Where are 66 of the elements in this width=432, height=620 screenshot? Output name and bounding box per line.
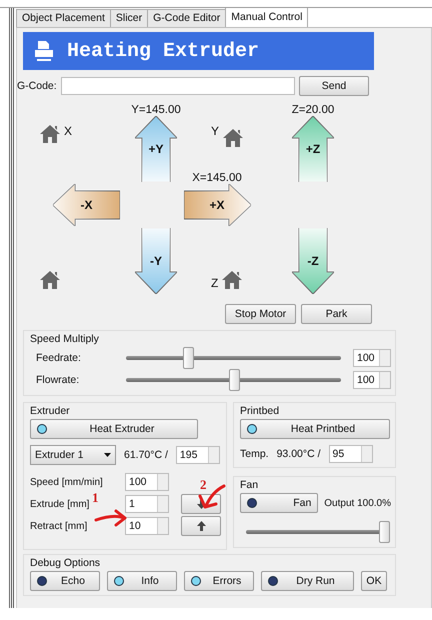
x-position-readout: X=145.00 <box>192 172 242 184</box>
jog-arrow-button[interactable]: -Z <box>292 228 334 294</box>
temp-label: Temp. <box>240 448 269 460</box>
ok-button[interactable]: OK <box>361 571 387 591</box>
axis-label: Y <box>211 124 220 138</box>
home-icon[interactable] <box>221 270 244 290</box>
dropdown-caret-icon <box>104 453 111 457</box>
tab[interactable]: Object Placement <box>16 9 111 27</box>
jog-arrow-button[interactable]: +X <box>184 184 250 226</box>
home-icon[interactable] <box>222 128 244 148</box>
jog-arrow-button[interactable]: +Y <box>135 116 177 182</box>
number-spinner[interactable]: 100 <box>353 349 391 367</box>
extruder-dropdown[interactable]: Extruder 1 <box>30 445 116 465</box>
slider-thumb[interactable] <box>379 521 390 543</box>
group-title: Debug Options <box>30 557 102 569</box>
fan-output: Output 100.0% <box>324 498 391 508</box>
debug-toggle-button[interactable]: Echo <box>30 571 100 591</box>
y-position-readout: Y=145.00 <box>131 104 181 116</box>
number-spinner[interactable]: 1 <box>125 495 169 513</box>
group-title: Extruder <box>30 405 71 417</box>
axis-label: Z <box>211 276 218 290</box>
axis-label: X <box>64 124 72 138</box>
slider-label: Feedrate: <box>36 352 81 364</box>
retract-button[interactable] <box>181 516 221 536</box>
field-label: Retract [mm] <box>30 520 88 532</box>
printbed-temperature: 93.00°C / <box>276 448 320 460</box>
field-label: Extrude [mm] <box>30 498 90 510</box>
send-button[interactable]: Send <box>299 76 369 96</box>
z-position-readout: Z=20.00 <box>292 104 334 116</box>
number-spinner[interactable]: 10 <box>125 517 169 535</box>
down-arrow-icon <box>196 499 206 509</box>
slider-label: Flowrate: <box>36 374 80 386</box>
gcode-label: G-Code: <box>17 80 58 92</box>
heat-extruder-button[interactable]: Heat Extruder <box>30 419 198 439</box>
jog-arrow-button[interactable]: -Y <box>135 228 177 294</box>
debug-toggle-button[interactable]: Errors <box>184 571 254 591</box>
number-spinner[interactable]: 95 <box>328 445 372 463</box>
banner-title: Heating Extruder <box>67 40 260 62</box>
gcode-input[interactable] <box>61 77 295 95</box>
field-label: Speed [mm/min] <box>30 476 103 488</box>
group-title: Printbed <box>240 405 280 417</box>
annotation-number: 2 <box>200 477 206 492</box>
motor-action-button[interactable]: Stop Motor <box>225 304 296 324</box>
annotation-number: 1 <box>92 490 98 505</box>
fan-button[interactable]: Fan <box>240 493 318 513</box>
tab[interactable]: G-Code Editor <box>147 9 226 27</box>
printer-icon <box>33 40 55 62</box>
number-spinner[interactable]: 195 <box>176 446 220 464</box>
home-icon[interactable] <box>39 124 61 144</box>
group-title: Speed Multiply <box>30 333 100 345</box>
slider-thumb[interactable] <box>183 347 194 369</box>
slider-thumb[interactable] <box>228 369 240 391</box>
jog-arrow-button[interactable]: +Z <box>292 116 334 182</box>
extruder-temperature: 61.70°C / <box>124 449 168 461</box>
up-arrow-icon <box>196 521 206 531</box>
tab[interactable]: Slicer <box>110 9 148 27</box>
debug-toggle-button[interactable]: Info <box>107 571 177 591</box>
number-spinner[interactable]: 100 <box>125 473 169 491</box>
motor-action-button[interactable]: Park <box>301 304 372 324</box>
heat-printbed-button[interactable]: Heat Printbed <box>240 419 390 439</box>
home-icon[interactable] <box>39 270 61 290</box>
jog-arrow-button[interactable]: -X <box>53 184 120 226</box>
tab[interactable]: Manual Control <box>225 8 308 27</box>
group-title: Fan <box>240 479 260 491</box>
number-spinner[interactable]: 100 <box>353 371 391 389</box>
debug-toggle-button[interactable]: Dry Run <box>261 571 354 591</box>
